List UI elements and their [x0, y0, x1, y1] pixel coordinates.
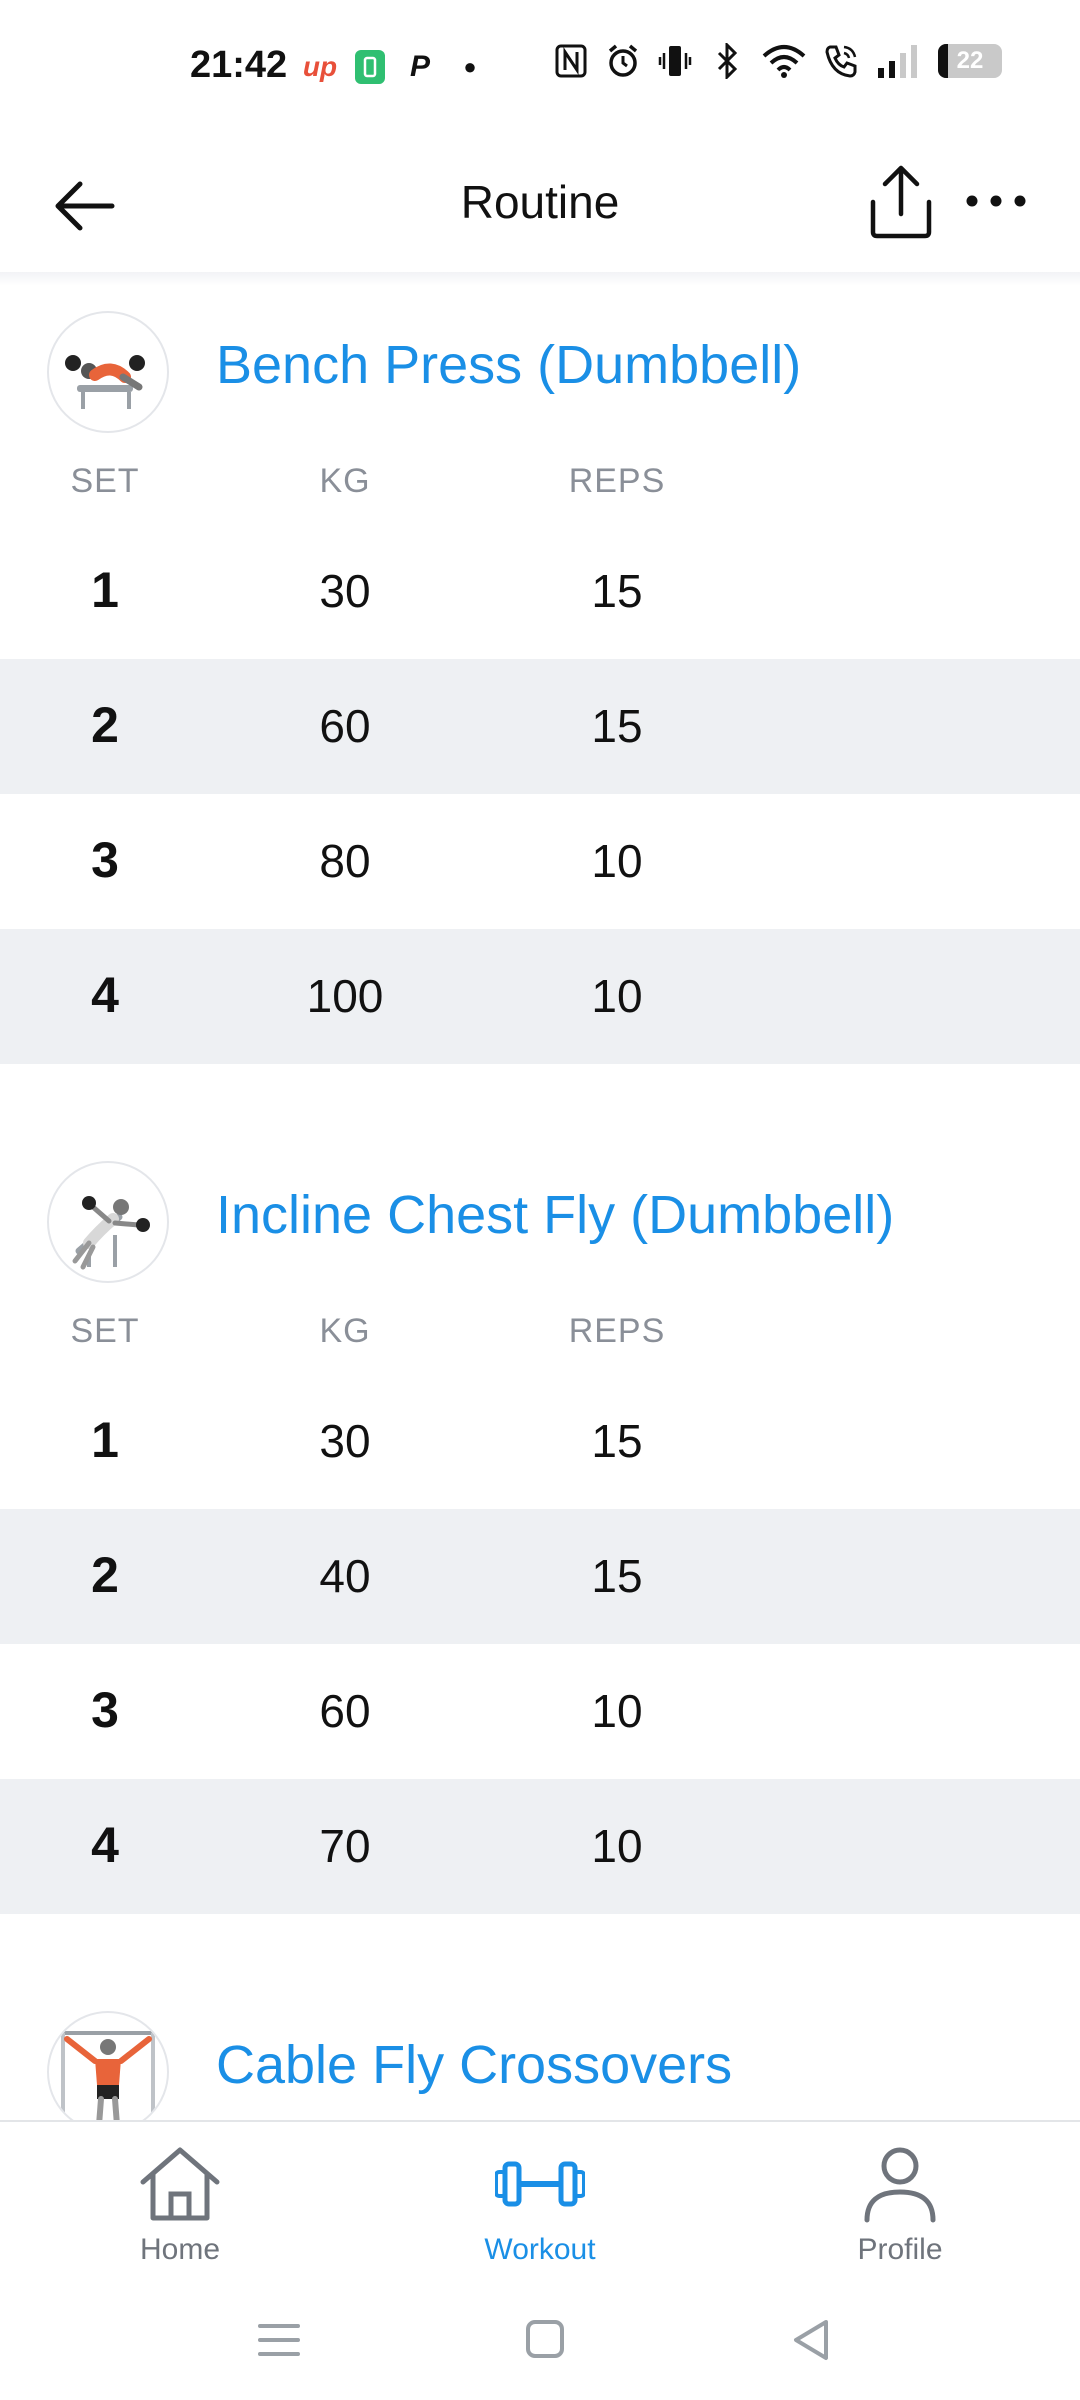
- exercise-title[interactable]: Bench Press (Dumbbell): [216, 334, 801, 396]
- set-number: 1: [91, 562, 119, 618]
- home-icon: [140, 2147, 220, 2221]
- set-number: 2: [91, 1547, 119, 1603]
- set-reps: 15: [591, 1550, 643, 1602]
- nav-profile-label: Profile: [857, 2233, 943, 2266]
- set-row: 4 70 10: [0, 1779, 1080, 1914]
- header-divider: [0, 272, 1080, 286]
- menu-icon: [258, 2324, 300, 2356]
- set-row: 2 60 15: [0, 659, 1080, 794]
- set-weight: 70: [319, 1820, 371, 1872]
- vibrate-icon: [658, 42, 692, 80]
- exercise-card: Incline Chest Fly (Dumbbell) SET KG REPS…: [0, 1136, 1080, 1914]
- set-weight: 60: [319, 1685, 371, 1737]
- incline-fly-figure-icon: [72, 1196, 150, 1270]
- dumbbell-icon: [494, 2161, 586, 2207]
- nav-profile[interactable]: Profile: [800, 2144, 1000, 2267]
- bluetooth-icon: [710, 42, 744, 80]
- exercise-thumbnail[interactable]: [47, 2011, 169, 2120]
- set-number: 2: [91, 697, 119, 753]
- paypal-icon: P: [409, 50, 430, 83]
- routine-content[interactable]: Bench Press (Dumbbell) SET KG REPS 1 30 …: [0, 286, 1080, 2120]
- exercise-header[interactable]: Incline Chest Fly (Dumbbell): [0, 1136, 1080, 1302]
- system-home-button[interactable]: [516, 2310, 576, 2370]
- set-row: 3 80 10: [0, 794, 1080, 929]
- set-weight: 30: [319, 1415, 371, 1467]
- status-left-icons: up P ●: [303, 48, 487, 86]
- alarm-icon: [606, 42, 640, 80]
- nav-home-label: Home: [139, 2233, 221, 2266]
- set-number: 4: [91, 967, 119, 1023]
- set-weight: 60: [319, 700, 371, 752]
- set-reps: 15: [591, 700, 643, 752]
- exercise-thumbnail[interactable]: [47, 311, 169, 433]
- system-back-button[interactable]: [782, 2310, 842, 2370]
- set-row: 3 60 10: [0, 1644, 1080, 1779]
- set-row: 1 30 15: [0, 1374, 1080, 1509]
- set-number: 1: [91, 1412, 119, 1468]
- set-weight: 100: [306, 970, 384, 1022]
- set-reps: 10: [591, 1685, 643, 1737]
- battery-saver-icon: [353, 48, 387, 86]
- set-weight: 40: [319, 1550, 371, 1602]
- wifi-icon: [762, 42, 806, 80]
- bench-press-figure-icon: [65, 355, 145, 409]
- battery-level: 22: [956, 47, 984, 74]
- dot-icon: ●: [463, 54, 477, 79]
- signal-icon: [876, 42, 920, 80]
- share-icon: [870, 165, 932, 239]
- set-row: 2 40 15: [0, 1509, 1080, 1644]
- square-icon: [526, 2320, 564, 2358]
- status-right-icons: 22: [554, 42, 1002, 80]
- exercise-header[interactable]: Bench Press (Dumbbell): [0, 286, 1080, 452]
- set-weight: 30: [319, 565, 371, 617]
- nav-workout-label: Workout: [484, 2233, 596, 2266]
- column-kg: KG: [319, 462, 371, 500]
- sets-column-header: SET KG REPS: [0, 452, 1080, 524]
- sets-column-header: SET KG REPS: [0, 1302, 1080, 1374]
- user-icon: [864, 2147, 936, 2223]
- call-icon: [824, 42, 858, 80]
- nfc-icon: [554, 42, 588, 80]
- set-number: 3: [91, 1682, 119, 1738]
- set-reps: 10: [591, 1820, 643, 1872]
- column-set: SET: [70, 462, 140, 500]
- cable-fly-figure-icon: [55, 2031, 161, 2120]
- battery-icon: 22: [938, 44, 1002, 78]
- set-number: 3: [91, 832, 119, 888]
- app-header: Routine: [0, 140, 1080, 280]
- exercise-title[interactable]: Incline Chest Fly (Dumbbell): [216, 1184, 894, 1246]
- back-triangle-icon: [794, 2320, 828, 2360]
- set-weight: 80: [319, 835, 371, 887]
- status-bar: 21:42 up P ● 22: [0, 0, 1080, 140]
- share-button[interactable]: [865, 162, 937, 242]
- exercise-card: Cable Fly Crossovers: [0, 1986, 1080, 2120]
- exercise-card: Bench Press (Dumbbell) SET KG REPS 1 30 …: [0, 286, 1080, 1064]
- system-navigation-bar: [0, 2280, 1080, 2400]
- set-reps: 10: [591, 970, 643, 1022]
- more-options-button[interactable]: [960, 176, 1032, 226]
- column-reps: REPS: [568, 462, 666, 500]
- nav-home[interactable]: Home: [80, 2144, 280, 2267]
- status-time: 21:42: [190, 44, 288, 86]
- up-app-icon: up: [302, 51, 338, 82]
- more-horizontal-icon: [966, 195, 1026, 207]
- set-reps: 15: [591, 1415, 643, 1467]
- exercise-header[interactable]: Cable Fly Crossovers: [0, 1986, 1080, 2120]
- set-reps: 15: [591, 565, 643, 617]
- set-row: 1 30 15: [0, 524, 1080, 659]
- exercise-title[interactable]: Cable Fly Crossovers: [216, 2034, 732, 2096]
- set-row: 4 100 10: [0, 929, 1080, 1064]
- exercise-thumbnail[interactable]: [47, 1161, 169, 1283]
- column-kg: KG: [319, 1312, 371, 1350]
- column-set: SET: [70, 1312, 140, 1350]
- system-menu-button[interactable]: [250, 2310, 310, 2370]
- bottom-navigation: Home Workout Profile: [0, 2120, 1080, 2282]
- column-reps: REPS: [568, 1312, 666, 1350]
- nav-workout[interactable]: Workout: [440, 2144, 640, 2267]
- set-reps: 10: [591, 835, 643, 887]
- set-number: 4: [91, 1817, 119, 1873]
